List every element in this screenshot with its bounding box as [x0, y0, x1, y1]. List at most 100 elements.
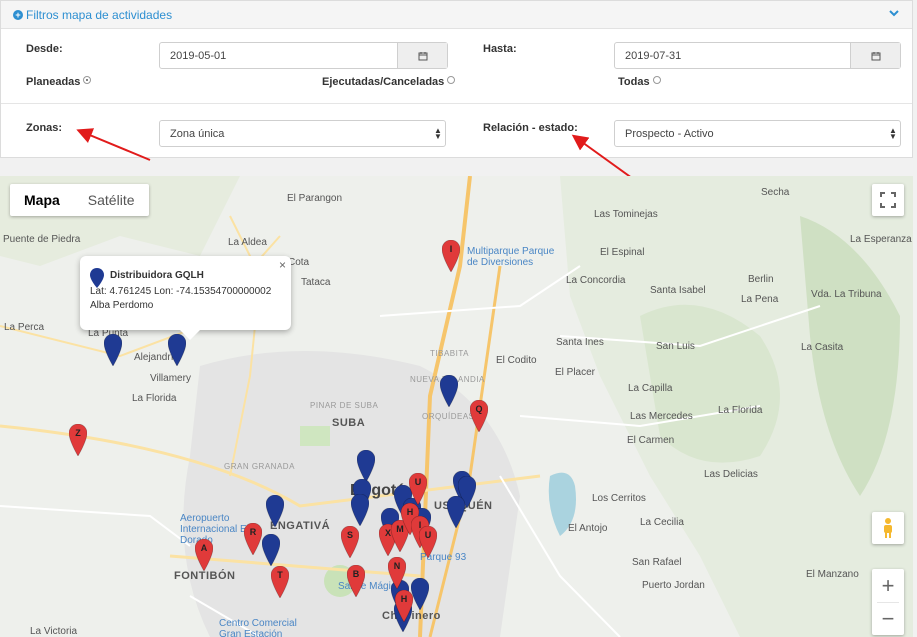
svg-text:Q: Q: [475, 404, 482, 414]
place-label: El Codito: [496, 355, 537, 366]
red-activity-marker[interactable]: A: [194, 538, 214, 576]
todas-radio[interactable]: [652, 76, 661, 84]
hasta-label: Hasta:: [483, 43, 517, 55]
red-activity-marker[interactable]: U: [418, 525, 438, 563]
place-label: La Cecilia: [640, 517, 684, 528]
relacion-estado-select[interactable]: Prospecto - Activo ▲ ▼: [614, 120, 901, 147]
pegman-icon: [884, 518, 892, 538]
planeadas-option[interactable]: Planeadas: [26, 76, 92, 88]
blue-activity-marker[interactable]: [410, 577, 430, 615]
desde-value: 2019-05-01: [170, 49, 227, 62]
red-activity-marker[interactable]: Z: [68, 423, 88, 461]
blue-activity-marker[interactable]: [446, 495, 466, 533]
fullscreen-button[interactable]: [872, 184, 904, 216]
place-label: Las Delicias: [704, 469, 758, 480]
map-type-control: Mapa Satélite: [10, 184, 149, 216]
place-label: Puerto Jordan: [642, 580, 705, 591]
red-activity-marker[interactable]: N: [387, 556, 407, 594]
svg-text:U: U: [415, 477, 422, 487]
info-coords: Lat: 4.761245 Lon: -74.15354700000002: [90, 286, 272, 297]
place-label: El Placer: [555, 367, 596, 378]
place-label: ORQUÍDEAS: [422, 412, 475, 421]
place-label: Berlin: [748, 274, 774, 285]
zonas-select[interactable]: Zona única ▲ ▼: [159, 120, 446, 147]
filters-header[interactable]: + Filtros mapa de actividades: [1, 1, 912, 29]
svg-text:H: H: [401, 594, 408, 604]
street-view-button[interactable]: [872, 512, 904, 544]
map-type-map-tab[interactable]: Mapa: [10, 184, 74, 216]
desde-date-input[interactable]: 2019-05-01: [159, 42, 448, 69]
planeadas-radio[interactable]: [83, 76, 92, 84]
place-label: La Pena: [741, 294, 779, 305]
marker-info-window: × Distribuidora GQLH Lat: 4.761245 Lon: …: [80, 256, 291, 340]
select-caret-icon: ▲ ▼: [889, 125, 897, 141]
place-label: El Manzano: [806, 569, 859, 580]
zoom-out-button[interactable]: −: [882, 603, 895, 635]
place-label: La Victoria: [30, 626, 78, 637]
info-title: Distribuidora GQLH: [110, 270, 204, 281]
blue-activity-marker[interactable]: [439, 374, 459, 412]
red-activity-marker[interactable]: S: [340, 525, 360, 563]
info-person: Alba Perdomo: [90, 300, 154, 311]
select-caret-icon: ▲ ▼: [434, 125, 442, 141]
chevron-down-icon[interactable]: [888, 7, 900, 22]
svg-text:T: T: [277, 570, 283, 580]
place-label: La Aldea: [228, 237, 267, 248]
place-label: Villamery: [150, 373, 191, 384]
red-activity-marker[interactable]: R: [243, 522, 263, 560]
calendar-icon[interactable]: [397, 43, 447, 68]
place-label: La Perca: [4, 322, 45, 333]
place-label: Centro Comercial Gran Estación: [219, 618, 297, 637]
place-label: La Capilla: [628, 383, 673, 394]
ejecutadas-option[interactable]: Ejecutadas/Canceladas: [322, 76, 456, 88]
red-activity-marker[interactable]: I: [441, 239, 461, 277]
place-label: La Casita: [801, 342, 844, 353]
blue-activity-marker[interactable]: [265, 494, 285, 532]
place-label: La Concordia: [566, 275, 626, 286]
calendar-icon[interactable]: [850, 43, 900, 68]
place-label: La Esperanza: [850, 234, 912, 245]
svg-text:S: S: [347, 530, 353, 540]
zoom-in-button[interactable]: +: [882, 570, 895, 602]
place-label: Vda. La Tribuna: [811, 289, 882, 300]
red-activity-marker[interactable]: B: [346, 564, 366, 602]
place-label: El Parangon: [287, 193, 343, 204]
place-label: El Carmen: [627, 435, 675, 446]
svg-text:Z: Z: [75, 428, 81, 438]
ejecutadas-radio[interactable]: [447, 76, 456, 84]
zonas-value: Zona única: [170, 127, 225, 140]
hasta-date-input[interactable]: 2019-07-31: [614, 42, 901, 69]
zonas-label: Zonas:: [26, 122, 63, 134]
place-label: San Rafael: [632, 557, 682, 568]
place-label: Las Mercedes: [630, 411, 693, 422]
place-label: GRAN GRANADA: [224, 462, 295, 471]
svg-text:U: U: [425, 530, 432, 540]
ejecutadas-label: Ejecutadas/Canceladas: [322, 76, 445, 88]
place-label: San Luis: [656, 341, 695, 352]
blue-activity-marker[interactable]: [103, 333, 123, 371]
place-label: Secha: [761, 187, 790, 198]
filters-panel: + Filtros mapa de actividades Desde: 201…: [0, 0, 913, 158]
todas-label: Todas: [618, 76, 650, 88]
red-activity-marker[interactable]: Q: [469, 399, 489, 437]
red-activity-marker[interactable]: T: [270, 565, 290, 603]
fullscreen-icon: [880, 192, 896, 208]
hasta-value: 2019-07-31: [625, 49, 682, 62]
map-type-satellite-tab[interactable]: Satélite: [74, 184, 149, 216]
place-label: Puente de Piedra: [3, 234, 81, 245]
place-label: Los Cerritos: [592, 493, 646, 504]
place-label: La Florida: [132, 393, 177, 404]
activity-map[interactable]: El Parangon La Aldea Cota Tataca Puente …: [0, 176, 913, 637]
place-label: El Antojo: [568, 523, 608, 534]
plus-circle-icon: +: [13, 9, 23, 20]
close-icon[interactable]: ×: [279, 258, 286, 272]
planeadas-label: Planeadas: [26, 76, 81, 88]
place-label: TIBABITA: [430, 349, 469, 358]
filters-title: Filtros mapa de actividades: [26, 7, 173, 22]
blue-activity-marker[interactable]: [167, 333, 187, 371]
relacion-value: Prospecto - Activo: [625, 127, 714, 140]
red-activity-marker[interactable]: H: [394, 589, 414, 627]
todas-option[interactable]: Todas: [618, 76, 661, 88]
desde-label: Desde:: [26, 43, 63, 55]
place-label: Santa Ines: [556, 337, 604, 348]
